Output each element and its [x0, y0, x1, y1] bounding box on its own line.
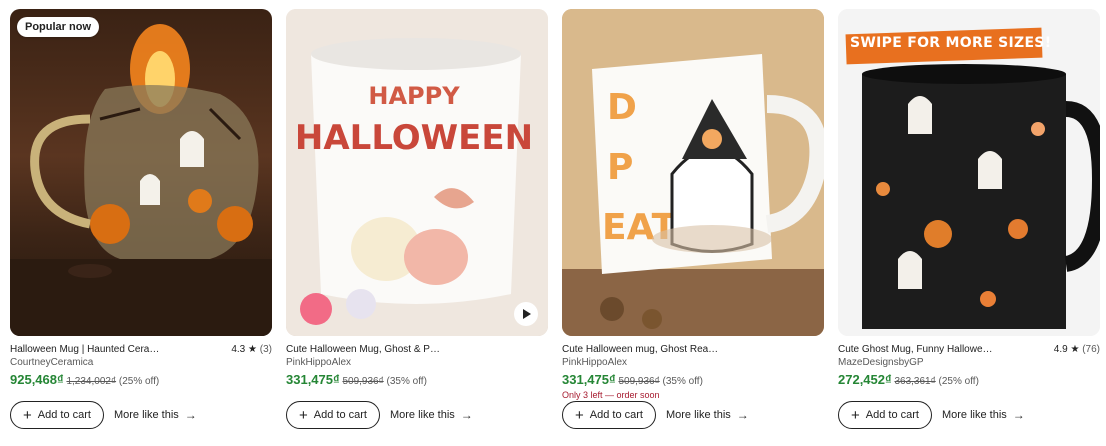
product-title[interactable]: Cute Ghost Mug, Funny Hallowe…	[838, 344, 993, 355]
product-title[interactable]: Cute Halloween mug, Ghost Rea…	[562, 344, 718, 355]
product-image[interactable]: HAPPY HALLOWEEN	[286, 9, 548, 336]
more-like-this-link[interactable]: More like this →	[114, 408, 197, 422]
arrow-right-icon: →	[736, 408, 749, 422]
product-image[interactable]: D P EAT	[562, 9, 824, 336]
arrow-right-icon: →	[460, 408, 473, 422]
sale-price: 331,475₫	[286, 372, 340, 387]
more-like-this-label: More like this	[113, 409, 179, 421]
plus-icon: +	[23, 406, 32, 424]
black-ghost-mug-illustration	[838, 9, 1100, 336]
shop-name: MazeDesignsbyGP	[838, 357, 924, 368]
rating: 4.3 ★ (3)	[231, 344, 272, 355]
plus-icon: +	[299, 406, 308, 424]
shop-name: PinkHippoAlex	[562, 357, 628, 368]
original-price: 363,361₫	[894, 376, 936, 387]
more-like-this-link[interactable]: More like this →	[942, 408, 1025, 422]
popular-badge: Popular now	[17, 17, 99, 37]
plus-icon: +	[851, 406, 860, 424]
swipe-banner: SWIPE FOR MORE SIZES!	[850, 35, 1052, 51]
discount: (35% off)	[662, 376, 703, 387]
discount: (25% off)	[938, 376, 979, 387]
original-price: 509,936₫	[342, 376, 384, 387]
add-to-cart-label: Add to cart	[313, 409, 367, 421]
product-title[interactable]: Halloween Mug | Haunted Cera…	[10, 344, 159, 355]
play-icon	[523, 309, 531, 319]
happy-halloween-mug-illustration: HAPPY HALLOWEEN	[286, 9, 548, 336]
review-count: (76)	[1082, 344, 1100, 355]
add-to-cart-button[interactable]: + Add to cart	[562, 401, 656, 429]
add-to-cart-button[interactable]: + Add to cart	[286, 401, 380, 429]
star-icon: ★	[1070, 344, 1080, 355]
original-price: 1,234,002₫	[66, 376, 117, 387]
rating: 4.9 ★ (76)	[1054, 344, 1100, 355]
svg-text:D: D	[607, 87, 637, 128]
add-to-cart-button[interactable]: + Add to cart	[838, 401, 932, 429]
review-count: (3)	[259, 344, 272, 355]
svg-text:P: P	[607, 147, 633, 188]
rating-value: 4.9	[1053, 344, 1068, 355]
play-video-button[interactable]	[514, 302, 538, 326]
more-like-this-label: More like this	[941, 409, 1007, 421]
more-like-this-label: More like this	[389, 409, 455, 421]
haunted-mug-illustration	[10, 24, 272, 336]
discount: (25% off)	[118, 376, 160, 387]
sale-price: 925,468₫	[10, 372, 64, 387]
add-to-cart-button[interactable]: + Add to cart	[10, 401, 104, 429]
product-image[interactable]: SWIPE FOR MORE SIZES!	[838, 9, 1100, 336]
product-image[interactable]: Popular now	[10, 9, 272, 336]
shop-name: CourtneyCeramica	[10, 357, 94, 368]
discount: (35% off)	[386, 376, 427, 387]
plus-icon: +	[575, 406, 584, 424]
svg-text:HALLOWEEN: HALLOWEEN	[295, 118, 533, 158]
add-to-cart-label: Add to cart	[589, 409, 643, 421]
ghost-mug-illustration: D P EAT	[562, 9, 824, 336]
product-card[interactable]: HAPPY HALLOWEEN Cute Halloween Mug, Ghos…	[286, 9, 548, 387]
star-icon: ★	[248, 344, 257, 355]
arrow-right-icon: →	[1012, 408, 1025, 422]
add-to-cart-label: Add to cart	[37, 409, 91, 421]
product-card[interactable]: D P EAT Cute Halloween mug, Ghost Rea… P…	[562, 9, 824, 400]
add-to-cart-label: Add to cart	[865, 409, 919, 421]
sale-price: 272,452₫	[838, 372, 892, 387]
more-like-this-label: More like this	[665, 409, 731, 421]
original-price: 509,936₫	[618, 376, 660, 387]
low-stock-note: Only 3 left — order soon	[562, 390, 660, 400]
product-card[interactable]: Popular now Halloween Mug | Haunted Cera…	[10, 9, 272, 387]
product-title[interactable]: Cute Halloween Mug, Ghost & P…	[286, 344, 440, 355]
svg-text:HAPPY: HAPPY	[368, 82, 460, 110]
shop-name: PinkHippoAlex	[286, 357, 352, 368]
arrow-right-icon: →	[184, 408, 197, 422]
product-card[interactable]: SWIPE FOR MORE SIZES! Cute Ghost Mug, Fu…	[838, 9, 1100, 387]
rating-value: 4.3	[231, 344, 246, 355]
more-like-this-link[interactable]: More like this →	[390, 408, 473, 422]
more-like-this-link[interactable]: More like this →	[666, 408, 749, 422]
sale-price: 331,475₫	[562, 372, 616, 387]
